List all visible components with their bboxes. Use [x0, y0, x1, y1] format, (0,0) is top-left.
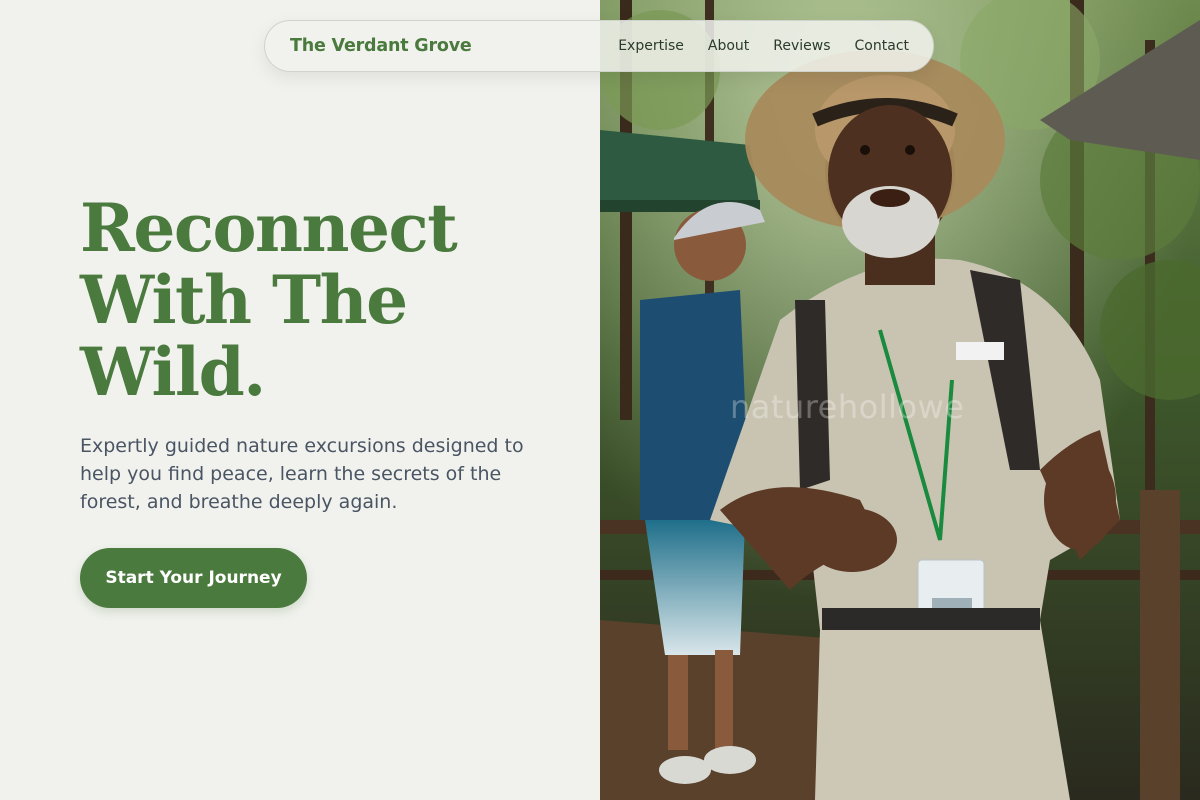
- nav-link-contact[interactable]: Contact: [855, 38, 909, 54]
- hero-title-line-1: Reconnect: [80, 189, 458, 267]
- hero-title: Reconnect With The Wild.: [80, 192, 550, 408]
- image-watermark: naturehollowe: [730, 388, 965, 426]
- brand-logo-text[interactable]: The Verdant Grove: [290, 36, 472, 56]
- nav-link-about[interactable]: About: [708, 38, 749, 54]
- navbar: The Verdant Grove Expertise About Review…: [264, 20, 934, 72]
- page: naturehollowe The Verdant Grove Expertis…: [0, 0, 1200, 800]
- hero-title-line-3: Wild.: [80, 333, 266, 411]
- nav-links: Expertise About Reviews Contact: [618, 38, 909, 54]
- hero-subtitle: Expertly guided nature excursions design…: [80, 435, 524, 513]
- start-journey-button[interactable]: Start Your Journey: [80, 548, 307, 608]
- nav-link-expertise[interactable]: Expertise: [618, 38, 684, 54]
- nav-link-reviews[interactable]: Reviews: [773, 38, 830, 54]
- hero-title-line-2: With The: [80, 261, 408, 339]
